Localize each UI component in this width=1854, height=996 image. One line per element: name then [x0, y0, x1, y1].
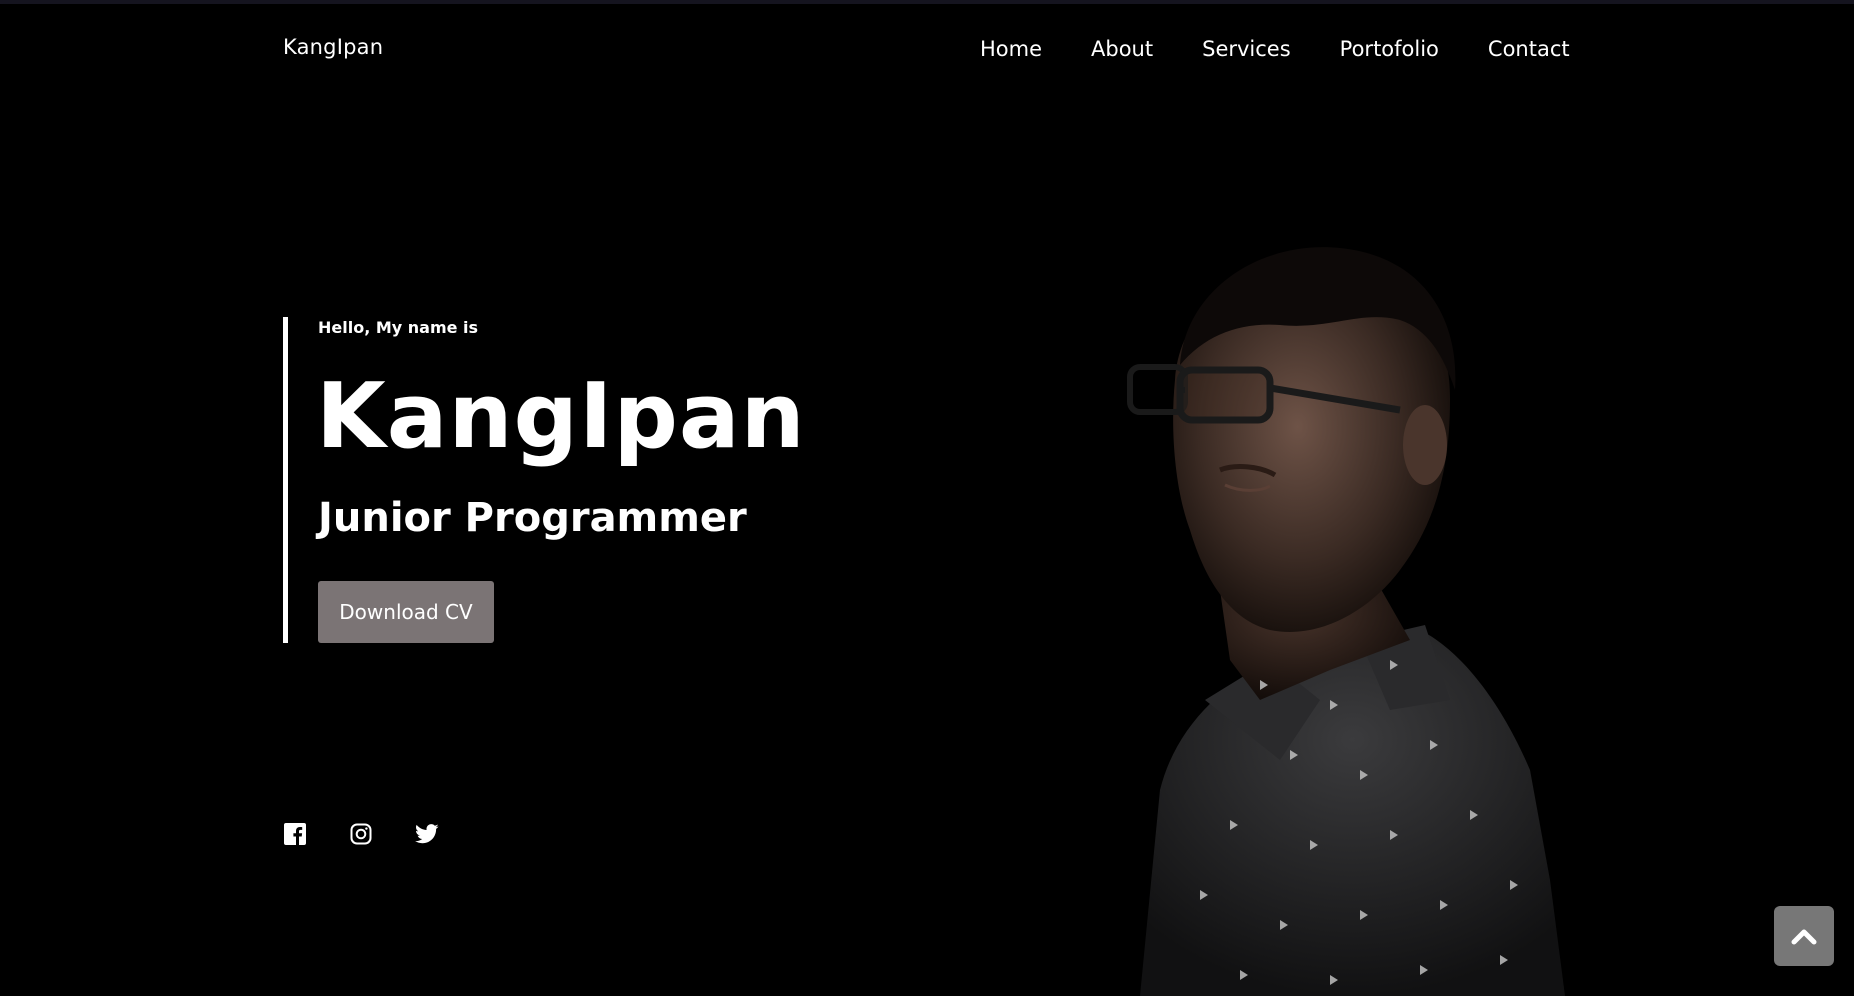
top-border	[0, 0, 1854, 4]
social-links	[283, 822, 439, 846]
page: KangIpan Home About Services Portofolio …	[0, 0, 1854, 996]
main-nav: Home About Services Portofolio Contact	[980, 35, 1570, 63]
instagram-icon[interactable]	[349, 822, 373, 846]
profile-portrait	[1127, 247, 1565, 996]
nav-home[interactable]: Home	[980, 35, 1042, 63]
hero-greeting: Hello, My name is	[318, 318, 479, 337]
hero-accent-bar	[283, 317, 288, 643]
nav-services[interactable]: Services	[1202, 35, 1291, 63]
facebook-icon[interactable]	[283, 822, 307, 846]
hero-name: KangIpan	[316, 364, 806, 469]
brand-logo[interactable]: KangIpan	[283, 35, 383, 59]
nav-portofolio[interactable]: Portofolio	[1340, 35, 1439, 63]
back-to-top-button[interactable]	[1774, 906, 1834, 966]
twitter-icon[interactable]	[415, 822, 439, 846]
nav-about[interactable]: About	[1091, 35, 1153, 63]
hero-role: Junior Programmer	[318, 495, 747, 541]
download-cv-button[interactable]: Download CV	[318, 581, 494, 643]
chevron-up-icon	[1791, 929, 1817, 945]
nav-contact[interactable]: Contact	[1488, 35, 1570, 63]
